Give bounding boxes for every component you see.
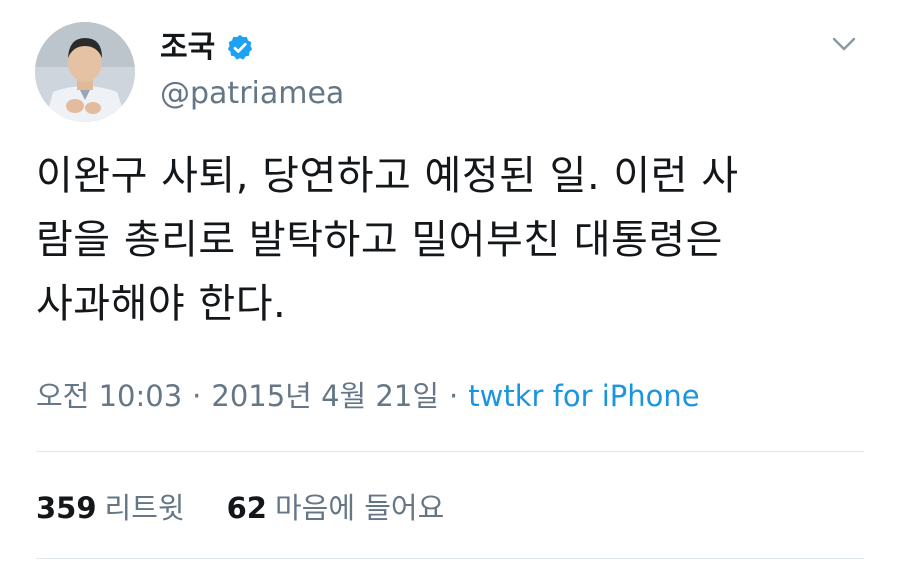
tweet-time: 오전 10:03 <box>36 379 183 413</box>
avatar[interactable] <box>35 22 135 122</box>
avatar-photo <box>35 22 135 122</box>
display-name[interactable]: 조국 <box>160 30 215 66</box>
tweet-source-link[interactable]: twtkr for iPhone <box>468 379 699 413</box>
chevron-down-icon[interactable] <box>830 30 858 58</box>
divider <box>36 451 864 452</box>
retweets-label: 리트윗 <box>104 491 185 525</box>
verified-badge-icon <box>225 33 255 63</box>
meta-separator: · <box>192 379 202 413</box>
likes-count: 62 <box>226 491 267 525</box>
tweet-meta: 오전 10:03 · 2015년 4월 21일 · twtkr for iPhone <box>36 376 700 416</box>
likes-label: 마음에 들어요 <box>274 491 445 525</box>
tweet-stats: 359 리트윗 62 마음에 들어요 <box>36 488 444 528</box>
meta-separator: · <box>449 379 459 413</box>
user-handle[interactable]: @patriamea <box>160 76 344 112</box>
divider <box>36 558 864 559</box>
tweet-card: 조국 @patriamea 이완구 사퇴, 당연하고 예정된 일. 이런 사 람… <box>0 0 900 565</box>
retweets-stat[interactable]: 359 리트윗 <box>36 488 185 528</box>
likes-stat[interactable]: 62 마음에 들어요 <box>227 488 445 528</box>
name-row: 조국 <box>160 30 255 66</box>
tweet-date: 2015년 4월 21일 <box>211 379 440 413</box>
tweet-text: 이완구 사퇴, 당연하고 예정된 일. 이런 사 람을 총리로 발탁하고 밀어부… <box>36 153 739 327</box>
retweets-count: 359 <box>36 491 97 525</box>
